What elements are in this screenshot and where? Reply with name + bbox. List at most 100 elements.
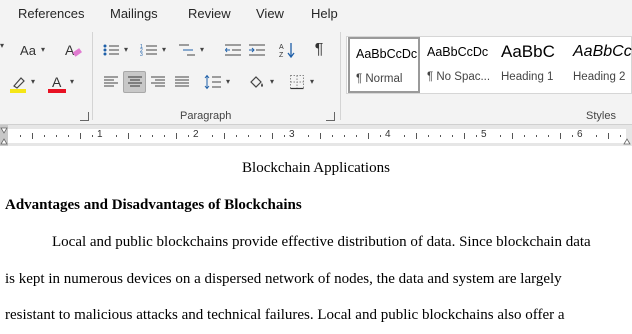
- chevron-down-icon[interactable]: ▾: [31, 77, 35, 86]
- svg-text:A: A: [279, 44, 284, 51]
- style-preview: AaBbCcDc: [427, 45, 489, 59]
- highlighter-icon: [13, 77, 25, 89]
- chevron-down-icon[interactable]: ▾: [70, 77, 74, 86]
- paragraph-dialog-launcher[interactable]: [326, 112, 335, 121]
- numbering-button[interactable]: 1 2 3: [138, 39, 160, 61]
- style-name: ¶ No Spac...: [427, 71, 491, 83]
- increase-indent-button[interactable]: [246, 39, 268, 61]
- show-formatting-button[interactable]: ¶: [308, 39, 330, 61]
- ruler-tick: [332, 135, 333, 137]
- font-dialog-launcher[interactable]: [80, 112, 89, 121]
- ruler-tick: [380, 135, 381, 137]
- svg-text:A: A: [65, 42, 75, 58]
- borders-icon: [290, 75, 304, 90]
- decrease-indent-button[interactable]: [222, 39, 244, 61]
- word-window: References Mailings Review View Help ▾ A…: [0, 0, 632, 334]
- ruler-tick: [440, 135, 441, 137]
- style-preview: AaBbCcDc: [356, 47, 418, 61]
- ruler-number: 4: [385, 129, 391, 140]
- style-preview: AaBbCc: [573, 43, 632, 60]
- pilcrow-icon: ¶: [314, 41, 324, 58]
- ruler-tick: [248, 135, 249, 137]
- ruler-tick: [188, 135, 189, 137]
- tab-review[interactable]: Review: [188, 6, 231, 21]
- ruler-tick: [512, 133, 513, 139]
- ruler-tick: [92, 135, 93, 137]
- align-right-button[interactable]: [147, 71, 169, 93]
- ruler-tick: [404, 135, 405, 137]
- chevron-down-icon[interactable]: ▾: [200, 45, 204, 54]
- body-line: Local and public blockchains provide eff…: [52, 234, 591, 250]
- svg-text:3: 3: [140, 52, 143, 57]
- shading-button[interactable]: [246, 71, 268, 93]
- chevron-down-icon[interactable]: ▾: [124, 45, 128, 54]
- ruler-tick: [452, 135, 453, 137]
- style-preview: AaBbC: [501, 42, 555, 61]
- decrease-indent-icon: [224, 44, 241, 56]
- chevron-down-icon[interactable]: ▾: [41, 45, 45, 54]
- ruler-tick: [416, 133, 417, 139]
- style-name: ¶ Normal: [356, 73, 403, 85]
- ruler-tick: [464, 133, 465, 139]
- ruler-tick: [560, 133, 561, 139]
- increase-indent-icon: [249, 44, 265, 56]
- style-normal[interactable]: AaBbCcDc ¶ Normal: [348, 37, 420, 93]
- ruler-tick: [548, 135, 549, 137]
- chevron-down-icon[interactable]: ▾: [162, 45, 166, 54]
- menu-bar: References Mailings Review View Help: [0, 0, 632, 26]
- bullets-button[interactable]: [100, 39, 122, 61]
- ruler-tick: [284, 135, 285, 137]
- justify-icon: [175, 76, 189, 87]
- tab-help[interactable]: Help: [311, 6, 338, 21]
- align-center-button[interactable]: [123, 71, 146, 93]
- ruler-tick: [56, 135, 57, 137]
- chevron-down-icon[interactable]: ▾: [226, 77, 230, 86]
- multilevel-list-icon: [179, 44, 195, 56]
- ruler-ticks: [0, 125, 631, 147]
- align-right-icon: [151, 76, 165, 87]
- style-no-spacing[interactable]: AaBbCcDc ¶ No Spac...: [422, 37, 494, 93]
- chevron-down-icon[interactable]: ▾: [310, 77, 314, 86]
- change-case-button[interactable]: Aa: [16, 39, 40, 61]
- body-line: is kept in numerous devices on a dispers…: [5, 271, 562, 287]
- tab-mailings[interactable]: Mailings: [110, 6, 158, 21]
- ruler-tick: [596, 135, 597, 137]
- multilevel-list-button[interactable]: [176, 39, 198, 61]
- ruler-tick: [536, 135, 537, 137]
- ruler-tick: [308, 135, 309, 137]
- ruler-number: 1: [97, 129, 103, 140]
- body-line: resistant to malicious attacks and techn…: [5, 307, 565, 323]
- chevron-down-icon[interactable]: ▾: [270, 77, 274, 86]
- ruler-tick: [608, 133, 609, 139]
- group-separator: [340, 32, 341, 120]
- ruler-number: 2: [193, 129, 199, 140]
- document-page[interactable]: Blockchain Applications Advantages and D…: [0, 146, 632, 334]
- ruler-tick: [272, 133, 273, 139]
- style-heading-2[interactable]: AaBbCc Heading 2: [567, 37, 632, 93]
- styles-gallery: AaBbCcDc ¶ Normal AaBbCcDc ¶ No Spac... …: [346, 36, 632, 94]
- tab-view[interactable]: View: [256, 6, 284, 21]
- ruler-number: 5: [481, 129, 487, 140]
- line-spacing-button[interactable]: [202, 71, 224, 93]
- styles-group-label: Styles: [586, 110, 616, 122]
- horizontal-ruler[interactable]: 1 2 3 4 5 6: [0, 124, 632, 147]
- ruler-tick: [176, 133, 177, 139]
- ruler-tick: [128, 133, 129, 139]
- style-name: Heading 1: [501, 71, 554, 83]
- ruler-tick: [32, 133, 33, 139]
- borders-button[interactable]: [286, 71, 308, 93]
- bullets-icon: [103, 44, 119, 56]
- style-heading-1[interactable]: AaBbC Heading 1: [495, 37, 567, 93]
- highlight-color-swatch: [10, 89, 26, 93]
- ruler-tick: [116, 135, 117, 137]
- sort-icon: A Z: [279, 43, 295, 59]
- tab-references[interactable]: References: [18, 6, 84, 21]
- clear-formatting-button[interactable]: A: [62, 39, 84, 61]
- section-heading: Advantages and Disadvantages of Blockcha…: [5, 197, 302, 213]
- align-left-button[interactable]: [100, 71, 122, 93]
- justify-button[interactable]: [171, 71, 193, 93]
- ruler-tick: [500, 135, 501, 137]
- chevron-down-icon[interactable]: ▾: [0, 41, 4, 50]
- style-name: Heading 2: [573, 71, 626, 83]
- sort-button[interactable]: A Z: [276, 39, 298, 61]
